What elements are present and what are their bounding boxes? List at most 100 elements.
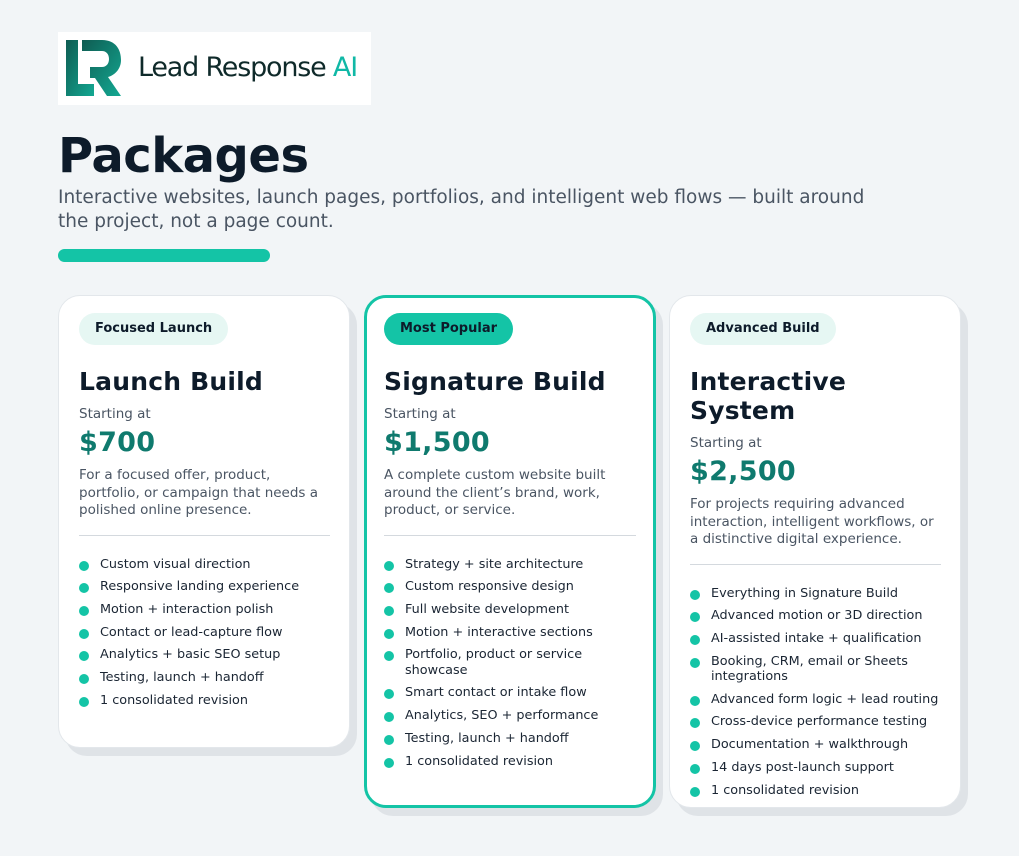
- bullet-dot-icon: [384, 560, 394, 571]
- bullet-dot-icon: [79, 560, 89, 571]
- bullet-dot-icon: [79, 696, 89, 707]
- bullet-dot-icon: [384, 583, 394, 594]
- feature-text: 1 consolidated revision: [711, 782, 859, 798]
- feature-text: Full website development: [405, 601, 570, 617]
- feature-item: Booking, CRM, email or Sheets integratio…: [690, 654, 941, 685]
- accent-bar: [58, 249, 270, 262]
- bullet-dot-icon: [384, 628, 394, 639]
- package-card-interactive-system[interactable]: Advanced Build Interactive System Starti…: [669, 295, 961, 808]
- package-title: Launch Build: [79, 367, 264, 396]
- feature-text: Analytics, SEO + performance: [405, 708, 599, 724]
- feature-text: 1 consolidated revision: [100, 692, 248, 708]
- feature-item: Testing, launch + handoff: [79, 670, 330, 686]
- feature-item: Strategy + site architecture: [384, 557, 636, 573]
- package-card-signature-build[interactable]: Most Popular Signature Build Starting at…: [364, 295, 656, 808]
- bullet-dot-icon: [384, 712, 394, 723]
- feature-text: 1 consolidated revision: [405, 753, 553, 769]
- feature-item: Custom visual direction: [79, 557, 330, 573]
- feature-item: Analytics, SEO + performance: [384, 708, 636, 724]
- feature-text: Motion + interactive sections: [405, 624, 593, 640]
- package-badge: Most Popular: [384, 313, 514, 345]
- feature-item: 14 days post-launch support: [690, 760, 941, 776]
- feature-item: Documentation + walkthrough: [690, 737, 941, 753]
- bullet-dot-icon: [690, 695, 700, 706]
- bullet-dot-icon: [690, 741, 700, 752]
- feature-item: Cross-device performance testing: [690, 714, 941, 730]
- bullet-dot-icon: [79, 673, 89, 684]
- lr-logo-mark-icon: [66, 40, 121, 96]
- bullet-dot-icon: [690, 634, 700, 645]
- bullet-dot-icon: [690, 612, 700, 623]
- feature-text: Cross-device performance testing: [711, 714, 928, 730]
- package-price: $1,500: [384, 427, 490, 458]
- feature-item: AI-assisted intake + qualification: [690, 631, 941, 647]
- starting-at-label: Starting at: [79, 406, 151, 422]
- package-price: $2,500: [690, 456, 796, 487]
- bullet-dot-icon: [384, 651, 394, 662]
- bullet-dot-icon: [79, 605, 89, 616]
- feature-text: Strategy + site architecture: [405, 556, 584, 572]
- page-title: Packages: [58, 128, 309, 184]
- feature-text: Analytics + basic SEO setup: [100, 647, 281, 663]
- feature-list: Everything in Signature Build Advanced mo…: [690, 586, 941, 799]
- feature-item: Smart contact or intake flow: [384, 685, 636, 701]
- feature-text: 14 days post-launch support: [711, 759, 894, 775]
- feature-text: Smart contact or intake flow: [405, 685, 587, 701]
- feature-item: Full website development: [384, 602, 636, 618]
- feature-item: Custom responsive design: [384, 579, 636, 595]
- divider: [79, 534, 330, 536]
- starting-at-label: Starting at: [690, 435, 762, 451]
- feature-text: Custom visual direction: [100, 556, 251, 572]
- feature-text: Custom responsive design: [405, 579, 574, 595]
- feature-item: 1 consolidated revision: [79, 693, 330, 709]
- bullet-dot-icon: [79, 583, 89, 594]
- bullet-dot-icon: [690, 786, 700, 797]
- bullet-dot-icon: [384, 605, 394, 616]
- feature-item: Advanced form logic + lead routing: [690, 692, 941, 708]
- bullet-dot-icon: [690, 718, 700, 729]
- feature-item: Analytics + basic SEO setup: [79, 647, 330, 663]
- package-description: A complete custom website built around t…: [384, 467, 606, 518]
- feature-text: Booking, CRM, email or Sheets integratio…: [711, 653, 908, 685]
- bullet-dot-icon: [79, 651, 89, 662]
- feature-text: Responsive landing experience: [100, 579, 300, 595]
- bullet-dot-icon: [79, 628, 89, 639]
- page-subtitle: Interactive websites, launch pages, port…: [58, 187, 865, 232]
- bullet-dot-icon: [384, 757, 394, 768]
- bullet-dot-icon: [690, 763, 700, 774]
- feature-text: Testing, launch + handoff: [100, 669, 264, 685]
- brand-logo[interactable]: Lead Response AI: [58, 32, 371, 105]
- bullet-dot-icon: [690, 657, 700, 668]
- feature-item: Everything in Signature Build: [690, 586, 941, 602]
- feature-item: Contact or lead-capture flow: [79, 625, 330, 641]
- package-badge: Focused Launch: [79, 313, 229, 345]
- package-title: Signature Build: [384, 367, 606, 396]
- feature-text: Documentation + walkthrough: [711, 737, 909, 753]
- divider: [384, 534, 636, 536]
- package-price: $700: [79, 427, 156, 458]
- feature-item: Motion + interaction polish: [79, 602, 330, 618]
- package-description: For projects requiring advanced interact…: [690, 496, 934, 547]
- feature-text: Everything in Signature Build: [711, 585, 899, 601]
- feature-item: Portfolio, product or service showcase: [384, 647, 636, 678]
- package-description: For a focused offer, product, portfolio,…: [79, 467, 319, 518]
- feature-item: Motion + interactive sections: [384, 625, 636, 641]
- feature-item: Responsive landing experience: [79, 579, 330, 595]
- feature-text: Testing, launch + handoff: [405, 730, 569, 746]
- feature-list: Custom visual direction Responsive landin…: [79, 557, 330, 709]
- package-title: Interactive System: [690, 367, 846, 425]
- bullet-dot-icon: [384, 689, 394, 700]
- package-card-launch-build[interactable]: Focused Launch Launch Build Starting at …: [58, 295, 350, 748]
- brand-name: Lead Response AI: [138, 52, 358, 83]
- feature-item: Advanced motion or 3D direction: [690, 608, 941, 624]
- feature-text: AI-assisted intake + qualification: [711, 630, 922, 646]
- feature-text: Advanced motion or 3D direction: [711, 608, 923, 624]
- feature-text: Advanced form logic + lead routing: [711, 691, 939, 707]
- package-badge: Advanced Build: [690, 313, 836, 345]
- bullet-dot-icon: [384, 734, 394, 745]
- divider: [690, 563, 941, 565]
- feature-item: 1 consolidated revision: [690, 783, 941, 799]
- feature-text: Motion + interaction polish: [100, 601, 274, 617]
- starting-at-label: Starting at: [384, 406, 456, 422]
- feature-list: Strategy + site architecture Custom respo…: [384, 557, 636, 770]
